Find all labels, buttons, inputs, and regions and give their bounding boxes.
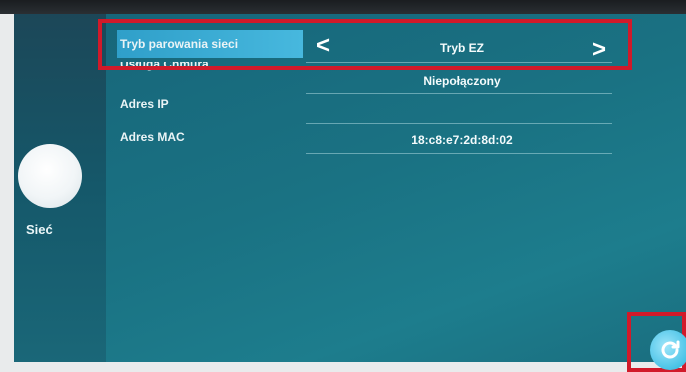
pairing-mode-highlight <box>98 19 632 70</box>
refresh-icon <box>661 340 680 359</box>
sidebar-item-network-label[interactable]: Sieć <box>26 222 53 237</box>
refresh-button[interactable] <box>650 330 686 370</box>
row-divider <box>306 93 612 94</box>
mac-address-label: Adres MAC <box>120 130 185 144</box>
mac-address-value: 18:c8:e7:2d:8d:02 <box>411 133 513 147</box>
device-frame-top <box>0 0 686 14</box>
network-icon[interactable] <box>18 144 82 208</box>
cloud-service-value: Niepołączony <box>423 74 501 88</box>
row-divider <box>306 123 612 124</box>
ip-address-label: Adres IP <box>120 97 169 111</box>
row-divider <box>306 153 612 154</box>
